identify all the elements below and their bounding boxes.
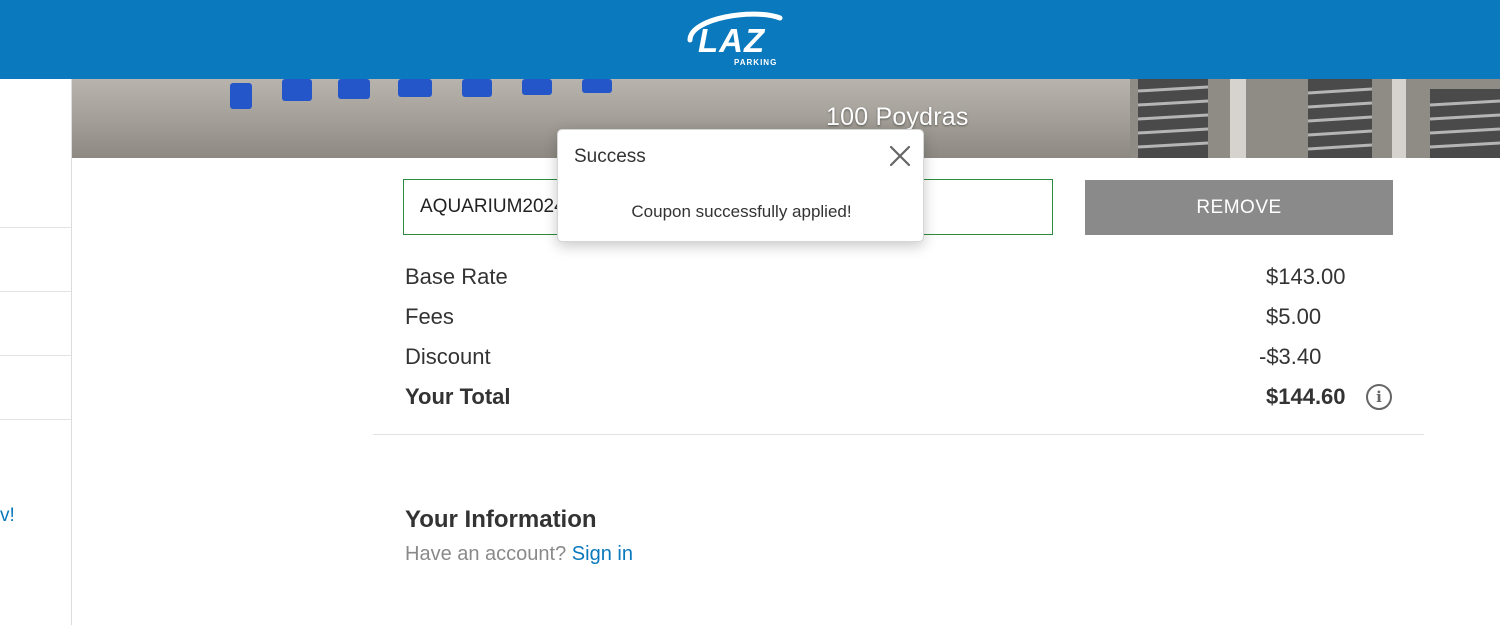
logo-main-text: LAZ	[698, 22, 766, 59]
price-row-total: Your Total $144.60	[405, 384, 1395, 414]
sidebar-divider	[0, 419, 71, 420]
left-sidebar: v!	[0, 79, 72, 625]
success-popup: Success Coupon successfully applied!	[557, 129, 924, 242]
sidebar-divider	[0, 227, 71, 228]
price-value: $143.00	[1266, 264, 1346, 289]
popup-title: Success	[574, 146, 646, 167]
total-value: $144.60	[1266, 384, 1346, 409]
popup-message: Coupon successfully applied!	[631, 202, 852, 221]
location-name: 100 Poydras	[826, 103, 969, 131]
price-label: Discount	[405, 344, 491, 369]
close-icon[interactable]	[888, 144, 912, 168]
price-row-discount: Discount -$3.40	[405, 344, 1395, 374]
price-label: Base Rate	[405, 264, 508, 289]
price-value: -$3.40	[1259, 344, 1322, 369]
building-facade-graphic	[1130, 79, 1500, 158]
price-row-fees: Fees $5.00	[405, 304, 1395, 334]
remove-coupon-button[interactable]: REMOVE	[1085, 180, 1393, 235]
sidebar-divider	[0, 355, 71, 356]
price-row-base-rate: Base Rate $143.00	[405, 264, 1395, 294]
your-information-heading: Your Information	[405, 506, 597, 533]
account-prompt: Have an account? Sign in	[405, 543, 633, 566]
sidebar-cut-off-link[interactable]: v!	[0, 505, 15, 527]
laz-parking-logo[interactable]: LAZ PARKING	[684, 10, 796, 70]
price-label: Fees	[405, 304, 454, 329]
price-value: $5.00	[1266, 304, 1322, 329]
account-prompt-text: Have an account?	[405, 543, 567, 565]
info-circle-icon[interactable]: i	[1366, 384, 1392, 410]
building-sign-graphic	[230, 79, 612, 109]
total-label: Your Total	[405, 384, 511, 409]
section-divider	[373, 434, 1424, 435]
sidebar-divider	[0, 291, 71, 292]
sign-in-link[interactable]: Sign in	[572, 543, 633, 565]
logo-sub-text: PARKING	[734, 58, 777, 67]
top-header-bar: LAZ PARKING	[0, 0, 1500, 79]
